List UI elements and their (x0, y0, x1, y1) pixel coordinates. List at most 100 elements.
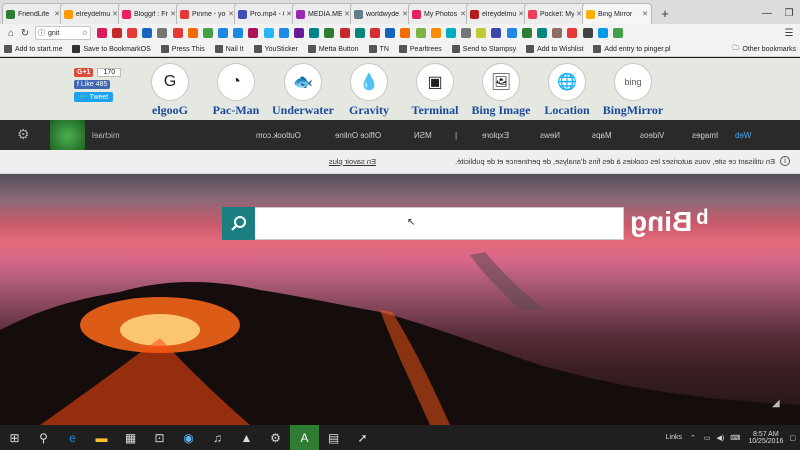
headset-icon[interactable]: ♫ (203, 425, 232, 450)
extension-icon[interactable] (612, 28, 623, 38)
bookmark-item[interactable]: Add to start.me (4, 45, 62, 53)
tab[interactable]: elreydelmun✕ (60, 3, 122, 24)
keyboard-icon[interactable]: ⌨ (730, 434, 740, 442)
extension-icon[interactable] (582, 28, 593, 38)
windows-start-icon[interactable]: ⊞ (0, 425, 29, 450)
extension-icon[interactable] (476, 28, 487, 38)
store-icon[interactable]: ⊡ (145, 425, 174, 450)
app-icon[interactable]: ▦ (116, 425, 145, 450)
bookmark-item[interactable]: Metta Button (307, 45, 359, 53)
tab[interactable]: elreydelmun✕ (466, 3, 528, 24)
extension-icon[interactable] (339, 28, 350, 38)
nav-maps[interactable]: Maps (592, 131, 612, 140)
reload-icon[interactable]: ↻ (18, 26, 32, 40)
gplus-button[interactable]: G+1 170 (74, 68, 122, 77)
search-input[interactable] (222, 207, 624, 240)
nav-news[interactable]: News (540, 131, 560, 140)
nav-videos[interactable]: Videos (640, 131, 664, 140)
bookmark-item[interactable]: Press This (160, 45, 205, 53)
cursor-tool-icon[interactable]: ➚ (348, 425, 377, 450)
tab-active[interactable]: Bing Mirror ✕ (582, 3, 652, 24)
tab[interactable]: My Photos | ✕ (408, 3, 470, 24)
extension-icon[interactable] (385, 28, 396, 38)
extension-icon[interactable] (233, 28, 244, 38)
link-elgoog[interactable]: GelgooG (135, 63, 205, 118)
extension-icon[interactable] (202, 28, 213, 38)
bookmark-item[interactable]: Pearltrees (398, 45, 442, 53)
extension-icon[interactable] (278, 28, 289, 38)
tab[interactable]: Pocket: My ✕ (524, 3, 586, 24)
facebook-like-button[interactable]: f Like 485 (74, 80, 121, 89)
extension-icon[interactable] (172, 28, 183, 38)
star-icon[interactable]: ☆ (82, 29, 88, 37)
extension-icon[interactable] (597, 28, 608, 38)
extension-icon[interactable] (294, 28, 305, 38)
tray-chevron-icon[interactable]: ⌃ (690, 434, 696, 442)
nav-images[interactable]: Images (692, 131, 718, 140)
clock[interactable]: 8:57 AM 10/25/2016 (748, 431, 783, 445)
nav-explore[interactable]: Explore (482, 131, 509, 140)
volume-icon[interactable]: ◀) (717, 434, 725, 442)
link-gravity[interactable]: 💧 Gravity (334, 63, 404, 118)
close-icon[interactable]: ✕ (642, 10, 648, 18)
extension-icon[interactable] (263, 28, 274, 38)
extension-icon[interactable] (354, 28, 365, 38)
search-icon[interactable]: ⚲ (29, 425, 58, 450)
user-name[interactable]: michael (92, 131, 120, 140)
extension-icon[interactable] (187, 28, 198, 38)
bookmark-item[interactable]: Add to Wishlist (526, 45, 583, 53)
extension-icon[interactable] (552, 28, 563, 38)
search-button[interactable] (222, 207, 255, 240)
cookie-learn-more-link[interactable]: En savoir plus (318, 157, 376, 166)
extension-icon[interactable] (309, 28, 320, 38)
extension-icon[interactable] (157, 28, 168, 38)
links-toolbar[interactable]: Links (666, 434, 682, 441)
extension-icon[interactable] (96, 28, 107, 38)
app-a-icon[interactable]: A (290, 425, 319, 450)
extension-icon[interactable] (461, 28, 472, 38)
extension-icon[interactable] (506, 28, 517, 38)
avatar[interactable] (50, 120, 85, 152)
extension-icon[interactable] (567, 28, 578, 38)
bookmark-item[interactable]: Nail It (214, 45, 244, 53)
tab[interactable]: Bloggif : Fre ✕ (118, 3, 180, 24)
bookmark-item[interactable]: TN (368, 45, 389, 53)
extension-icon[interactable] (491, 28, 502, 38)
menu-icon[interactable]: ☰ (782, 26, 796, 40)
link-pacman[interactable]: ◔ Pac-Man (201, 63, 271, 118)
minimize-icon[interactable]: — (756, 2, 778, 24)
network-icon[interactable]: ▭ (704, 434, 711, 442)
restore-icon[interactable]: ❐ (778, 2, 800, 24)
link-underwater[interactable]: 🐟 Underwater (268, 63, 338, 118)
link-terminal[interactable]: ▣ Terminal (400, 63, 470, 118)
extension-icon[interactable] (521, 28, 532, 38)
extension-icon[interactable] (248, 28, 259, 38)
nav-office-online[interactable]: Office Online (335, 131, 381, 140)
calculator-icon[interactable]: ▤ (319, 425, 348, 450)
edge-icon[interactable]: e (58, 425, 87, 450)
tweet-button[interactable]: 🐦 Tweet (74, 92, 114, 102)
link-bing-image[interactable]: 🖼 Bing Image (466, 63, 536, 118)
settings-gear-icon[interactable]: ⚙ (261, 425, 290, 450)
extension-icon[interactable] (537, 28, 548, 38)
chrome-icon[interactable]: ◉ (174, 425, 203, 450)
nav-web[interactable]: Web (735, 131, 751, 140)
bookmark-item[interactable]: Add entry to pinger.pl (593, 45, 671, 53)
extension-icon[interactable] (324, 28, 335, 38)
bookmark-item[interactable]: Save to BookmarkOS (72, 45, 151, 53)
bookmark-item[interactable]: YouSticker (253, 45, 298, 53)
bookmark-item[interactable]: Send to Stampsy (451, 45, 516, 53)
nav-msn[interactable]: MSN (414, 131, 432, 140)
extension-icon[interactable] (126, 28, 137, 38)
file-explorer-icon[interactable]: ▬ (87, 425, 116, 450)
photos-icon[interactable]: ▲ (232, 425, 261, 450)
address-bar[interactable]: ⓘ gnit ☆ (35, 26, 91, 40)
link-bingmirror[interactable]: bing BingMirror (598, 63, 668, 118)
extension-icon[interactable] (430, 28, 441, 38)
tab[interactable]: MEDIA.MELT✕ (292, 3, 354, 24)
nav-outlook[interactable]: Outlook.com (256, 131, 301, 140)
extension-icon[interactable] (415, 28, 426, 38)
tab[interactable]: Pro.mp4 - O✕ (234, 3, 296, 24)
extension-icon[interactable] (400, 28, 411, 38)
tab[interactable]: FriendLife ✕ (2, 3, 64, 24)
